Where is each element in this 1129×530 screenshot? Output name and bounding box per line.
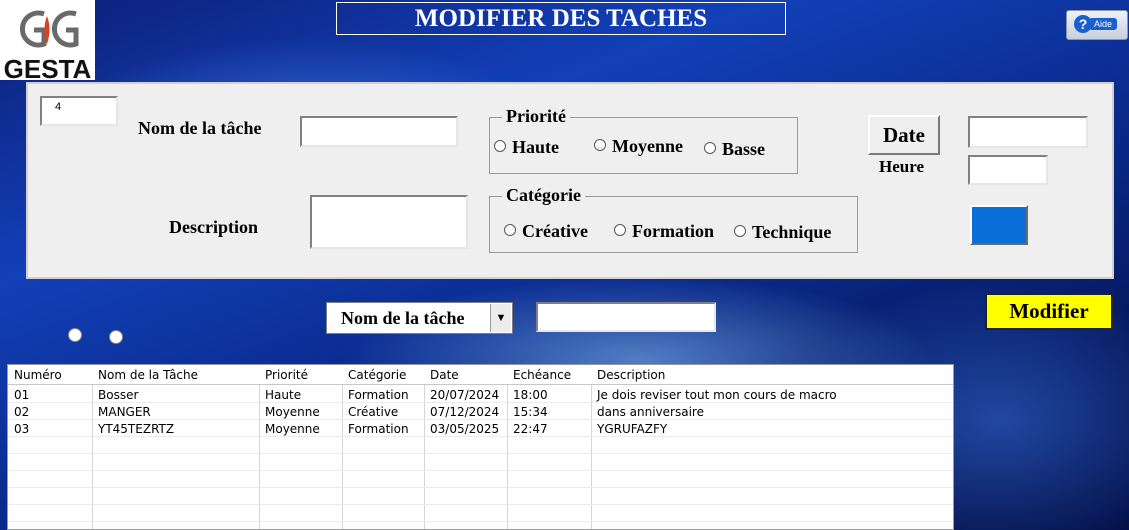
cell-date: 03/05/2025 — [430, 422, 500, 436]
cell-priorite: Haute — [265, 388, 302, 402]
radio-icon — [594, 139, 606, 151]
priority-radio-moyenne[interactable]: Moyenne — [594, 136, 683, 157]
cell-description: dans anniversaire — [597, 405, 704, 419]
task-id-value: 4 — [55, 101, 62, 113]
task-table[interactable]: Numéro Nom de la Tâche Priorité Catégori… — [7, 364, 954, 530]
column-header-categorie[interactable]: Catégorie — [348, 368, 406, 382]
cell-nom: MANGER — [98, 405, 151, 419]
cell-priorite: Moyenne — [265, 422, 320, 436]
cell-numero: 03 — [14, 422, 30, 436]
cell-date: 07/12/2024 — [430, 405, 500, 419]
radio-icon — [614, 224, 626, 236]
column-header-date[interactable]: Date — [430, 368, 459, 382]
cell-priorite: Moyenne — [265, 405, 320, 419]
cell-echeance: 18:00 — [513, 388, 548, 402]
page-title: MODIFIER DES TACHES — [336, 2, 786, 35]
column-header-nom[interactable]: Nom de la Tâche — [98, 368, 198, 382]
time-input[interactable] — [968, 155, 1048, 185]
priority-radio-haute[interactable]: Haute — [494, 137, 559, 158]
cell-description: YGRUFAZFY — [597, 422, 668, 436]
category-radio-creative[interactable]: Créative — [504, 221, 588, 242]
cell-date: 20/07/2024 — [430, 388, 500, 402]
cell-categorie: Formation — [348, 422, 409, 436]
cell-echeance: 22:47 — [513, 422, 548, 436]
gesta-logo-icon — [20, 10, 79, 48]
description-label: Description — [169, 217, 258, 237]
column-header-numero[interactable]: Numéro — [14, 368, 62, 382]
help-label: Aide — [1089, 18, 1118, 30]
date-button[interactable]: Date — [868, 115, 940, 155]
chevron-down-icon[interactable]: ▼ — [490, 304, 511, 332]
option-dot-1[interactable] — [68, 328, 82, 342]
search-input[interactable] — [536, 302, 716, 332]
column-header-description[interactable]: Description — [597, 368, 665, 382]
time-label: Heure — [879, 157, 925, 176]
gesta-logo: GESTA — [0, 0, 95, 84]
radio-icon — [704, 142, 716, 154]
option-dot-2[interactable] — [109, 330, 123, 344]
brand-name: GESTA — [3, 54, 92, 84]
cell-nom: YT45TEZRTZ — [98, 422, 175, 436]
radio-icon — [494, 140, 506, 152]
cell-echeance: 15:34 — [513, 405, 548, 419]
search-field-dropdown[interactable]: Nom de la tâche ▼ — [326, 302, 513, 334]
cell-categorie: Créative — [348, 405, 399, 419]
radio-icon — [504, 224, 516, 236]
cell-numero: 01 — [14, 388, 30, 402]
radio-icon — [734, 225, 746, 237]
modify-button[interactable]: Modifier — [985, 293, 1113, 330]
column-header-priorite[interactable]: Priorité — [265, 368, 308, 382]
task-name-label: Nom de la tâche — [138, 118, 262, 138]
help-button[interactable]: ? Aide — [1066, 10, 1128, 40]
task-name-input[interactable] — [300, 116, 458, 147]
date-input[interactable] — [968, 116, 1088, 148]
color-picker-button[interactable] — [970, 205, 1028, 245]
cell-nom: Bosser — [98, 388, 139, 402]
priority-legend: Priorité — [502, 106, 570, 127]
category-radio-formation[interactable]: Formation — [614, 221, 714, 242]
description-input[interactable] — [310, 195, 468, 249]
cell-numero: 02 — [14, 405, 30, 419]
column-header-echeance[interactable]: Echéance — [513, 368, 571, 382]
task-id-field[interactable]: 4 — [40, 96, 118, 126]
category-legend: Catégorie — [502, 185, 585, 206]
priority-group: Priorité Haute Moyenne Basse — [489, 106, 798, 174]
search-field-selected: Nom de la tâche — [341, 308, 465, 328]
category-group: Catégorie Créative Formation Technique — [489, 185, 858, 253]
cell-description: Je dois reviser tout mon cours de macro — [597, 388, 837, 402]
task-form-panel: 4 Nom de la tâche Description Priorité H… — [26, 82, 1114, 279]
category-radio-technique[interactable]: Technique — [734, 222, 831, 243]
priority-radio-basse[interactable]: Basse — [704, 139, 765, 160]
cell-categorie: Formation — [348, 388, 409, 402]
